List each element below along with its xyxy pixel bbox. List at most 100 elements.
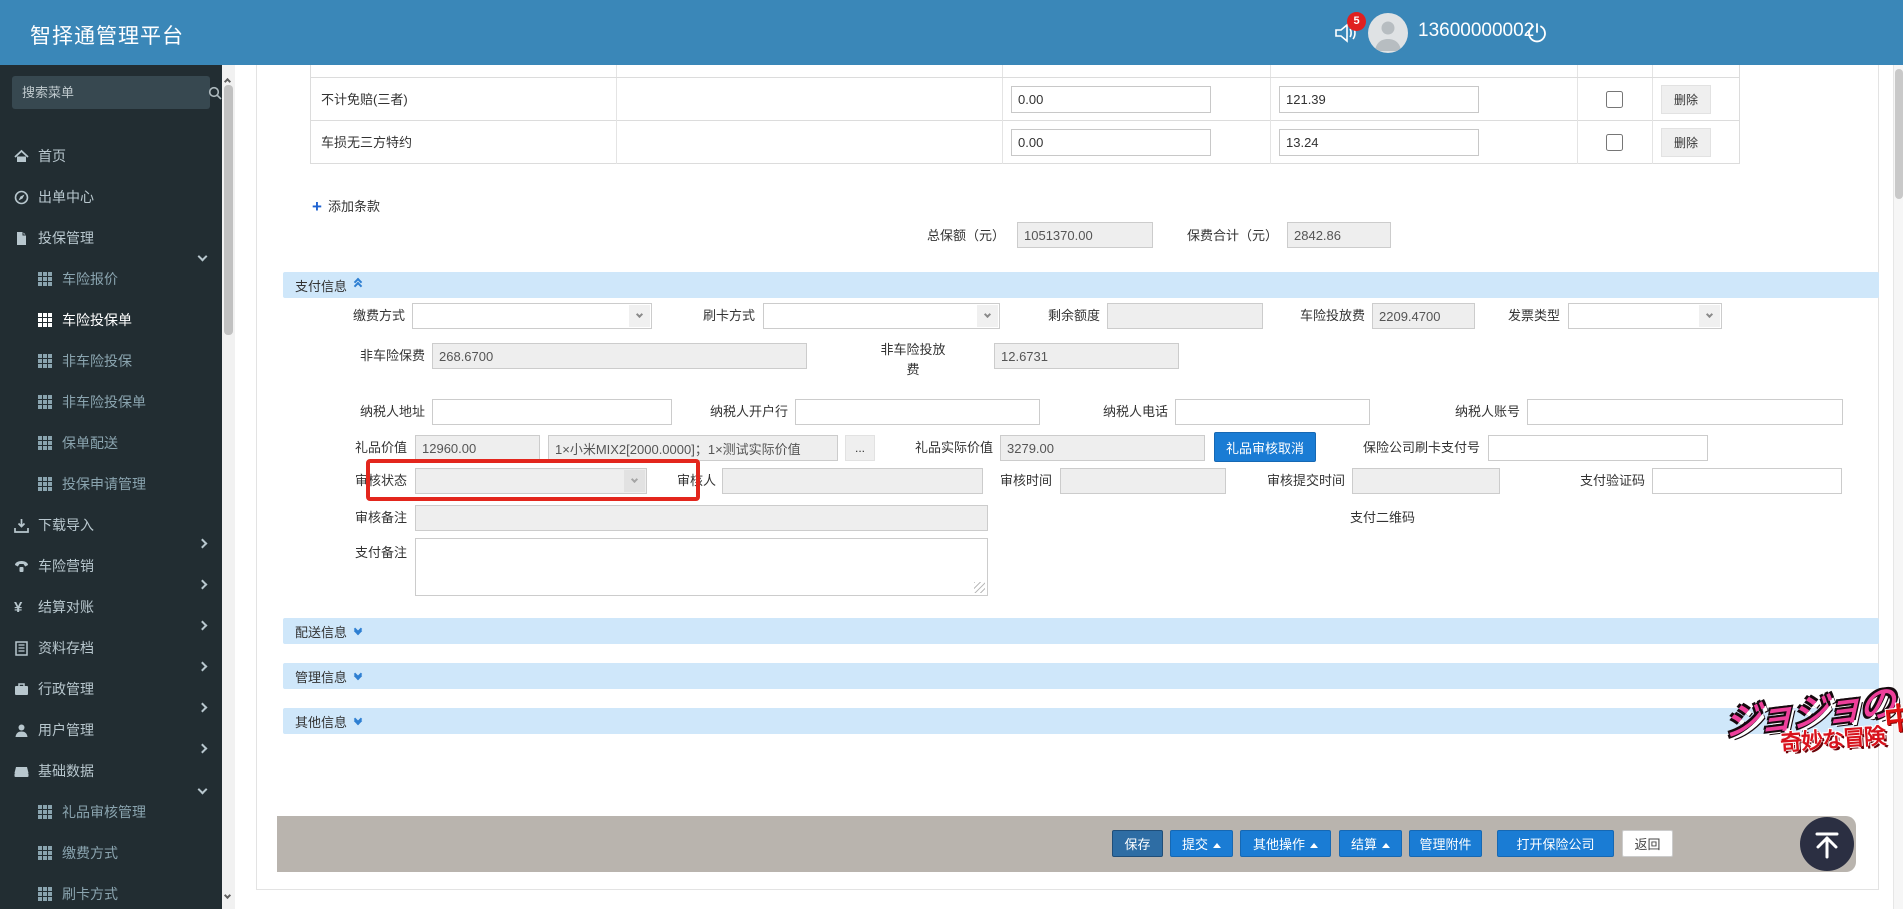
taxpayer-account-input[interactable] — [1527, 399, 1843, 425]
notification-badge: 5 — [1347, 12, 1366, 31]
taxpayer-bank-label: 纳税人开户行 — [709, 404, 788, 419]
expand-icon[interactable] — [353, 669, 363, 681]
avatar[interactable] — [1368, 13, 1408, 53]
insurer-pay-no-input[interactable] — [1488, 435, 1708, 461]
sidebar-item-home[interactable]: 首页 — [0, 136, 222, 177]
app-title: 智择通管理平台 — [30, 25, 184, 48]
gift-actual-input — [1000, 435, 1205, 461]
expand-icon[interactable] — [353, 714, 363, 726]
invoice-type-select[interactable] — [1568, 303, 1722, 329]
open-insurer-button[interactable]: 打开保险公司 — [1497, 830, 1614, 857]
delivery-section-header[interactable]: 配送信息 — [283, 618, 1879, 644]
insurer-pay-no-label: 保险公司刷卡支付号 — [1362, 440, 1480, 455]
pay-code-input[interactable] — [1652, 468, 1842, 494]
sidebar-item-archive[interactable]: 资料存档 — [0, 628, 222, 672]
top-arrow-icon — [1815, 832, 1839, 859]
app-header: 智择通管理平台 5 13600000002 — [0, 0, 1903, 65]
caret-up-icon — [1213, 843, 1221, 848]
other-ops-dropdown-button[interactable]: 其他操作 — [1240, 830, 1331, 857]
back-button[interactable]: 返回 — [1622, 830, 1673, 857]
audit-status-select — [415, 468, 647, 494]
resize-grip[interactable] — [974, 582, 985, 593]
yen-icon: ¥ — [14, 599, 23, 616]
gift-more-button[interactable]: ... — [845, 435, 875, 461]
sidebar-item-noncar-policy-form[interactable]: 非车险投保单 — [0, 382, 222, 423]
grid-icon — [38, 477, 53, 492]
main-scrollbar[interactable] — [1893, 65, 1903, 909]
compass-icon — [14, 190, 29, 205]
table-row: 车损无三方特约 删除 — [311, 121, 1739, 164]
pay-remark-label: 支付备注 — [354, 545, 407, 560]
sidebar-item-policy-delivery[interactable]: 保单配送 — [0, 423, 222, 464]
sidebar-item-policy-mgmt[interactable]: 投保管理 — [0, 218, 222, 262]
page: 智择通管理平台 5 13600000002 首页 出单中心 — [0, 0, 1903, 909]
sidebar-search-input[interactable] — [12, 85, 208, 100]
noncar-premium-label: 非车险保费 — [359, 348, 425, 363]
search-icon[interactable] — [208, 86, 222, 100]
sidebar-item-base-data[interactable]: 基础数据 — [0, 751, 222, 795]
sidebar-item-car-quote[interactable]: 车险报价 — [0, 259, 222, 300]
clause-checkbox[interactable] — [1606, 91, 1623, 108]
management-section-header[interactable]: 管理信息 — [283, 663, 1879, 689]
sidebar-item-settlement[interactable]: ¥ 结算对账 — [0, 587, 222, 631]
sidebar-item-download-import[interactable]: 下载导入 — [0, 505, 222, 549]
sum-insured-label: 总保额（元） — [926, 228, 1005, 243]
back-to-top-button[interactable] — [1800, 817, 1854, 871]
sidebar-item-insure-apply-mgmt[interactable]: 投保申请管理 — [0, 464, 222, 505]
auditor-label: 审核人 — [676, 473, 716, 488]
sidebar-item-gift-audit-mgmt[interactable]: 礼品审核管理 — [0, 792, 222, 833]
audit-time-label: 审核时间 — [999, 473, 1052, 488]
settle-dropdown-button[interactable]: 结算 — [1339, 830, 1402, 857]
chevron-down-icon — [1699, 305, 1720, 327]
user-icon — [14, 723, 29, 738]
sidebar-item-admin[interactable]: 行政管理 — [0, 669, 222, 713]
sidebar-item-issue-center[interactable]: 出单中心 — [0, 177, 222, 218]
delete-button[interactable]: 删除 — [1661, 128, 1711, 157]
clause-premium-input[interactable] — [1279, 86, 1479, 113]
premium-total-label: 保费合计（元） — [1186, 228, 1278, 243]
submit-dropdown-button[interactable]: 提交 — [1170, 830, 1233, 857]
remaining-quota-label: 剩余额度 — [1047, 308, 1100, 323]
expand-icon[interactable] — [353, 624, 363, 636]
table-row: 不计免赔(三者) 删除 — [311, 78, 1739, 121]
home-icon — [14, 149, 29, 164]
delete-button[interactable]: 删除 — [1661, 85, 1711, 114]
sidebar-scrollbar[interactable] — [222, 65, 235, 909]
sidebar-item-car-policy-form[interactable]: 车险投保单 — [0, 300, 222, 341]
sidebar-scrollbar-thumb[interactable] — [224, 85, 233, 335]
audit-submit-time-label: 审核提交时间 — [1266, 473, 1345, 488]
taxpayer-bank-input[interactable] — [795, 399, 1040, 425]
payment-section-header[interactable]: 支付信息 — [283, 272, 1879, 298]
clause-premium-input[interactable] — [1279, 129, 1479, 156]
scroll-down-icon[interactable] — [223, 885, 232, 903]
sidebar-item-noncar-insure[interactable]: 非车险投保 — [0, 341, 222, 382]
payment-section-title: 支付信息 — [295, 278, 348, 294]
taxpayer-addr-input[interactable] — [432, 399, 672, 425]
sidebar-item-car-marketing[interactable]: 车险营销 — [0, 546, 222, 590]
logout-power-icon[interactable] — [1526, 22, 1548, 44]
taxpayer-phone-input[interactable] — [1175, 399, 1370, 425]
main-scrollbar-thumb[interactable] — [1895, 69, 1903, 199]
other-section-header[interactable]: 其他信息 — [283, 708, 1879, 734]
card-method-select[interactable] — [763, 303, 1000, 329]
pay-remark-textarea[interactable] — [415, 538, 988, 596]
add-clause-link[interactable]: + 添加条款 — [312, 196, 380, 218]
attachments-button[interactable]: 管理附件 — [1409, 830, 1482, 857]
collapse-icon[interactable] — [353, 277, 363, 291]
sidebar-item-user-mgmt[interactable]: 用户管理 — [0, 710, 222, 754]
clause-checkbox[interactable] — [1606, 134, 1623, 151]
save-button[interactable]: 保存 — [1112, 830, 1163, 857]
sidebar-item-pay-method[interactable]: 缴费方式 — [0, 833, 222, 874]
pay-method-select[interactable] — [412, 303, 652, 329]
sidebar-item-card-method[interactable]: 刷卡方式 — [0, 874, 222, 909]
chevron-down-icon — [624, 470, 645, 492]
grid-icon — [38, 805, 53, 820]
gift-desc-input — [548, 435, 838, 461]
sidebar: 首页 出单中心 投保管理 车险报价 车险投保单 非车险投保 — [0, 65, 222, 909]
user-phone[interactable]: 13600000002 — [1418, 20, 1534, 42]
clause-name: 不计免赔(三者) — [311, 78, 617, 121]
clause-amount-input[interactable] — [1011, 129, 1211, 156]
gift-audit-cancel-button[interactable]: 礼品审核取消 — [1214, 432, 1316, 462]
clause-amount-input[interactable] — [1011, 86, 1211, 113]
audit-remark-input — [415, 505, 988, 531]
